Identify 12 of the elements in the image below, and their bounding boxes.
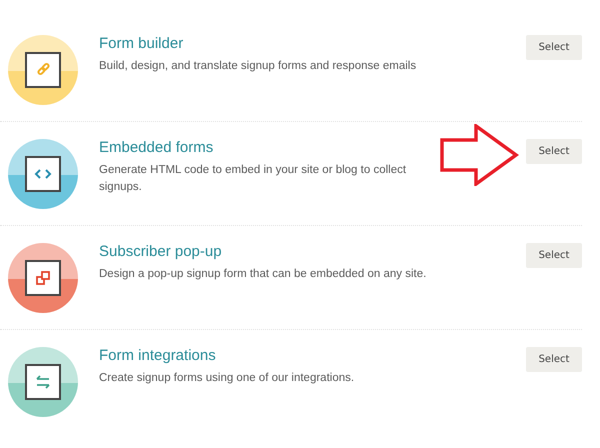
select-button[interactable]: Select [526, 35, 582, 60]
option-description: Design a pop-up signup form that can be embedded on any site. [99, 267, 428, 282]
option-title: Form builder [99, 35, 184, 52]
select-button[interactable]: Select [526, 243, 582, 268]
select-button[interactable]: Select [526, 139, 582, 164]
option-description: Create signup forms using one of our integrations. [99, 371, 356, 386]
option-title: Embedded forms [99, 139, 214, 156]
option-title: Form integrations [99, 347, 217, 364]
option-description: Build, design, and translate signup forms and response emails [99, 59, 418, 74]
option-title: Subscriber pop-up [99, 243, 223, 260]
option-description: Generate HTML code to embed in your site or blog to collect signups. [99, 163, 408, 195]
select-button[interactable]: Select [526, 347, 582, 372]
